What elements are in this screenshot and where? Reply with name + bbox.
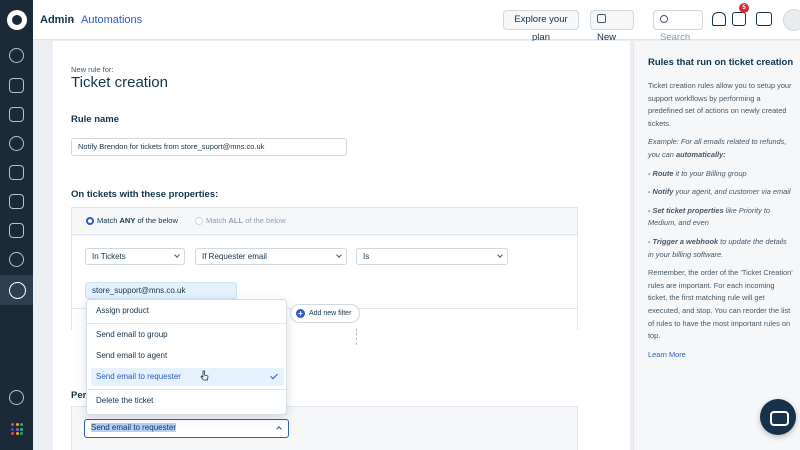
- search-icon: [660, 15, 668, 23]
- chevron-down-icon: [497, 252, 503, 258]
- chevron-up-icon: [276, 426, 282, 432]
- chat-widget-button[interactable]: [760, 399, 796, 435]
- breadcrumb-automations[interactable]: Automations: [81, 14, 142, 26]
- apps-grid-dot: [15, 432, 19, 435]
- plus-circle-icon: +: [296, 309, 305, 318]
- notification-badge: 5: [739, 3, 749, 13]
- add-filter-button[interactable]: + Add new filter: [290, 304, 360, 323]
- field-select[interactable]: If Requester email: [195, 248, 347, 265]
- match-all-radio[interactable]: [195, 217, 203, 225]
- help-intro: Ticket creation rules allow you to setup…: [648, 81, 792, 128]
- apps-grid-dot: [20, 423, 23, 426]
- knowledge-base-icon[interactable]: [9, 165, 24, 180]
- apps-grid-dot: [20, 427, 23, 431]
- perform-actions-label: Per: [71, 390, 87, 401]
- tickets-icon[interactable]: [9, 78, 24, 93]
- help-title: Rules that run on ticket creation: [648, 57, 794, 68]
- groups-icon[interactable]: [9, 136, 24, 151]
- dropdown-item-assign-product[interactable]: Assign product: [91, 302, 284, 320]
- dropdown-item-email-group[interactable]: Send email to group: [91, 326, 284, 344]
- avatar[interactable]: [783, 9, 800, 31]
- apps-grid-dot: [15, 427, 19, 431]
- gift-icon[interactable]: [732, 12, 746, 26]
- help-panel: Rules that run on ticket creation Ticket…: [633, 41, 800, 450]
- match-all-label[interactable]: Match ALL of the below: [206, 216, 286, 225]
- copy-icon[interactable]: [9, 194, 24, 209]
- match-any-radio[interactable]: [86, 217, 94, 225]
- new-button[interactable]: New: [590, 10, 634, 43]
- apps-grid-dot: [20, 432, 23, 435]
- properties-label: On tickets with these properties:: [71, 189, 219, 200]
- help-body: Ticket creation rules allow you to setup…: [648, 80, 794, 367]
- apps-grid-dot: [15, 423, 19, 426]
- bell-icon[interactable]: [712, 12, 726, 26]
- chat-bubble-icon[interactable]: [9, 390, 24, 405]
- help-notify: - Notify your agent, and customer via em…: [648, 187, 791, 197]
- help-route: - Route it to your Billing group: [648, 168, 747, 178]
- condition-value-input[interactable]: store_support@mns.co.uk: [85, 282, 237, 299]
- match-mode-row: Match ANY of the below Match ALL of the …: [72, 208, 577, 235]
- breadcrumb-separator: ›: [70, 13, 74, 25]
- dropdown-divider: [87, 323, 286, 324]
- scope-select[interactable]: In Tickets: [85, 248, 185, 265]
- reports-icon[interactable]: [9, 223, 24, 238]
- contacts-icon[interactable]: [9, 107, 24, 122]
- apps-grid-dot: [11, 432, 14, 435]
- apps-grid-icon[interactable]: [11, 423, 23, 435]
- action-dropdown-menu: Assign product Send email to group Send …: [86, 299, 287, 415]
- dropdown-item-email-requester[interactable]: Send email to requester: [91, 368, 284, 386]
- match-any-label[interactable]: Match ANY of the below: [97, 216, 178, 225]
- page-title: Ticket creation: [71, 74, 168, 91]
- help-webhook: - Trigger a webhook to update the detail…: [648, 236, 787, 259]
- condition-row: In Tickets If Requester email Is store_s…: [72, 236, 577, 308]
- top-bar: Admin › Automations Explore your plan Ne…: [33, 0, 800, 43]
- help-outro: Remember, the order of the 'Ticket Creat…: [648, 268, 793, 341]
- explore-plan-button[interactable]: Explore your plan: [503, 10, 579, 43]
- dashboard-icon[interactable]: [9, 48, 24, 63]
- admin-gear-icon[interactable]: [0, 275, 33, 305]
- printer-icon[interactable]: [756, 12, 772, 26]
- apps-grid-dot: [11, 423, 14, 426]
- rule-name-label: Rule name: [71, 114, 120, 125]
- help-example: Example: For all emails related to refun…: [648, 137, 787, 159]
- chevron-down-icon: [174, 252, 180, 258]
- headset-logo-icon[interactable]: [7, 10, 27, 30]
- page-subtitle: New rule for:: [71, 65, 114, 74]
- chevron-down-icon: [336, 252, 342, 258]
- plus-icon: [597, 14, 606, 23]
- rule-name-input[interactable]: Notify Brendon for tickets from store_su…: [71, 138, 347, 156]
- dropdown-item-delete-ticket[interactable]: Delete the ticket: [91, 392, 284, 410]
- help-set-properties: - Set ticket properties like Priority to…: [648, 205, 770, 228]
- action-select[interactable]: Send email to requester: [84, 419, 289, 438]
- compass-icon[interactable]: [9, 252, 24, 267]
- left-nav-rail: [0, 0, 33, 450]
- checkmark-icon: [270, 371, 278, 380]
- apps-grid-dot: [11, 427, 14, 431]
- search-input[interactable]: Search: [653, 10, 703, 43]
- learn-more-link[interactable]: Learn More: [648, 350, 686, 359]
- connector-line: [356, 328, 357, 345]
- pointer-cursor-icon: [200, 370, 209, 381]
- operator-select[interactable]: Is: [356, 248, 508, 265]
- dropdown-item-email-agent[interactable]: Send email to agent: [91, 347, 284, 365]
- dropdown-divider: [87, 389, 286, 390]
